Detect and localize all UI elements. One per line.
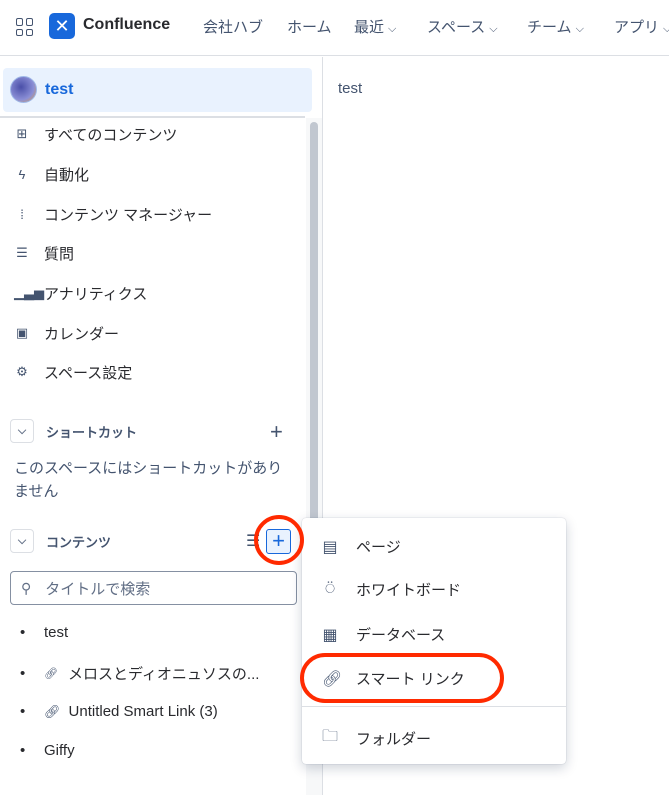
- item-label: test: [44, 624, 69, 641]
- sidebar-item-label: 自動化: [44, 166, 90, 184]
- sidebar-item-analytics[interactable]: ▁▃▅ アナリティクス: [14, 283, 147, 303]
- nav-label: 最近: [354, 19, 385, 36]
- annotation-circle: [300, 653, 504, 703]
- content-tree-item[interactable]: • test: [20, 624, 68, 641]
- space-avatar: [10, 76, 37, 103]
- sidebar-scrollbar[interactable]: [310, 122, 318, 522]
- sidebar-item-label: アナリティクス: [44, 285, 148, 303]
- chevron-down-icon: ⌵: [663, 23, 669, 35]
- nav-teams[interactable]: チーム ⌵: [527, 16, 584, 37]
- nav-label: スペース: [427, 19, 486, 36]
- chart-icon: ▁▃▅: [14, 285, 44, 300]
- nav-label: ホーム: [287, 19, 332, 36]
- item-label: Giffy: [44, 742, 75, 759]
- nav-apps[interactable]: アプリ ⌵: [614, 16, 669, 37]
- bullet: •: [20, 665, 26, 682]
- nav-recent[interactable]: 最近 ⌵: [354, 16, 396, 37]
- question-icon: ☰: [16, 245, 28, 260]
- chevron-down-icon: ⌵: [489, 23, 498, 35]
- add-shortcut-button[interactable]: +: [270, 419, 283, 445]
- create-menu: ▤ ページ ⍥ ホワイトボード ▦ データベース 🔗︎ スマート リンク 🗀 フォルダー: [302, 518, 566, 764]
- sidebar-item-space-settings[interactable]: ⚙ スペース設定: [14, 362, 132, 382]
- sidebar-item-all-content[interactable]: ⊞ すべてのコンテンツ: [14, 124, 178, 144]
- nav-label: 会社ハブ: [203, 19, 264, 36]
- section-title: ショートカット: [46, 424, 138, 440]
- menu-item-database[interactable]: ▦ データベース: [322, 624, 445, 645]
- sidebar-item-label: 質問: [44, 245, 75, 263]
- menu-item-label: ページ: [356, 539, 401, 556]
- link-icon: 🔗︎: [44, 703, 61, 719]
- space-header-divider: [0, 116, 305, 118]
- menu-item-label: データベース: [356, 627, 446, 644]
- bullet: •: [20, 742, 26, 759]
- grid-icon: ⊞: [16, 126, 28, 141]
- content-manager-icon: ⁞: [20, 206, 24, 222]
- menu-item-whiteboard[interactable]: ⍥ ホワイトボード: [322, 579, 461, 600]
- nav-home[interactable]: ホーム: [287, 16, 332, 37]
- search-placeholder: タイトルで検索: [45, 580, 151, 598]
- sidebar-item-automation[interactable]: ϟ 自動化: [14, 164, 89, 184]
- folder-icon: 🗀: [322, 728, 339, 745]
- nav-company-hub[interactable]: 会社ハブ: [203, 16, 263, 37]
- content-search-input[interactable]: ⚲ タイトルで検索: [10, 571, 297, 605]
- confluence-logo-icon[interactable]: ✕: [49, 13, 75, 39]
- search-icon: ⚲: [21, 579, 32, 596]
- gear-icon: ⚙: [16, 364, 28, 379]
- sidebar-item-label: スペース設定: [44, 364, 133, 382]
- chevron-down-icon: ⌵: [388, 23, 397, 35]
- top-nav: ✕ Confluence 会社ハブ ホーム 最近 ⌵ スペース ⌵ チーム ⌵ アプリ…: [0, 0, 669, 56]
- menu-item-label: ホワイトボード: [356, 582, 462, 599]
- menu-item-page[interactable]: ▤ ページ: [322, 536, 401, 557]
- content-section-header: ⌵ コンテンツ: [10, 529, 111, 553]
- item-label: Untitled Smart Link (3): [68, 703, 218, 720]
- space-header[interactable]: test: [3, 68, 312, 112]
- chevron-down-icon[interactable]: ⌵: [10, 419, 34, 443]
- menu-item-folder[interactable]: 🗀 フォルダー: [322, 725, 431, 752]
- app-switcher-icon[interactable]: [16, 18, 34, 36]
- page-icon: ▤: [322, 538, 338, 556]
- link-icon: 🔗︎: [44, 668, 58, 680]
- lightning-icon: ϟ: [18, 166, 26, 182]
- sidebar-item-calendar[interactable]: ▣ カレンダー: [14, 323, 119, 343]
- space-name: test: [45, 81, 74, 98]
- content-tree-item[interactable]: • 🔗︎ メロスとディオニュソスの...: [20, 663, 259, 684]
- bullet: •: [20, 703, 26, 720]
- shortcuts-section-header: ⌵ ショートカット: [10, 419, 137, 443]
- whiteboard-icon: ⍥: [325, 580, 335, 598]
- chevron-down-icon[interactable]: ⌵: [10, 529, 34, 553]
- sidebar-item-questions[interactable]: ☰ 質問: [14, 243, 74, 263]
- menu-divider: [302, 706, 566, 707]
- sidebar-item-label: すべてのコンテンツ: [44, 126, 178, 144]
- content-tree-item[interactable]: • Giffy: [20, 742, 75, 759]
- app-name[interactable]: Confluence: [83, 16, 170, 34]
- page-title: test: [338, 80, 363, 97]
- sidebar-item-content-manager[interactable]: ⁞ コンテンツ マネージャー: [14, 204, 212, 224]
- sidebar-item-label: コンテンツ マネージャー: [44, 206, 213, 224]
- nav-label: アプリ: [614, 19, 660, 36]
- annotation-circle: [254, 515, 304, 565]
- bullet: •: [20, 624, 26, 641]
- calendar-icon: ▣: [15, 325, 29, 340]
- nav-spaces[interactable]: スペース ⌵: [427, 16, 498, 37]
- item-label: メロスとディオニュソスの...: [67, 666, 260, 683]
- database-icon: ▦: [322, 626, 338, 644]
- chevron-down-icon: ⌵: [575, 23, 584, 35]
- shortcuts-empty-text: このスペースにはショートカットがありません: [14, 460, 283, 500]
- section-title: コンテンツ: [46, 534, 112, 550]
- sidebar-item-label: カレンダー: [44, 325, 120, 343]
- menu-item-label: フォルダー: [356, 731, 432, 748]
- nav-label: チーム: [527, 19, 572, 36]
- content-tree-item[interactable]: • 🔗︎ Untitled Smart Link (3): [20, 703, 218, 720]
